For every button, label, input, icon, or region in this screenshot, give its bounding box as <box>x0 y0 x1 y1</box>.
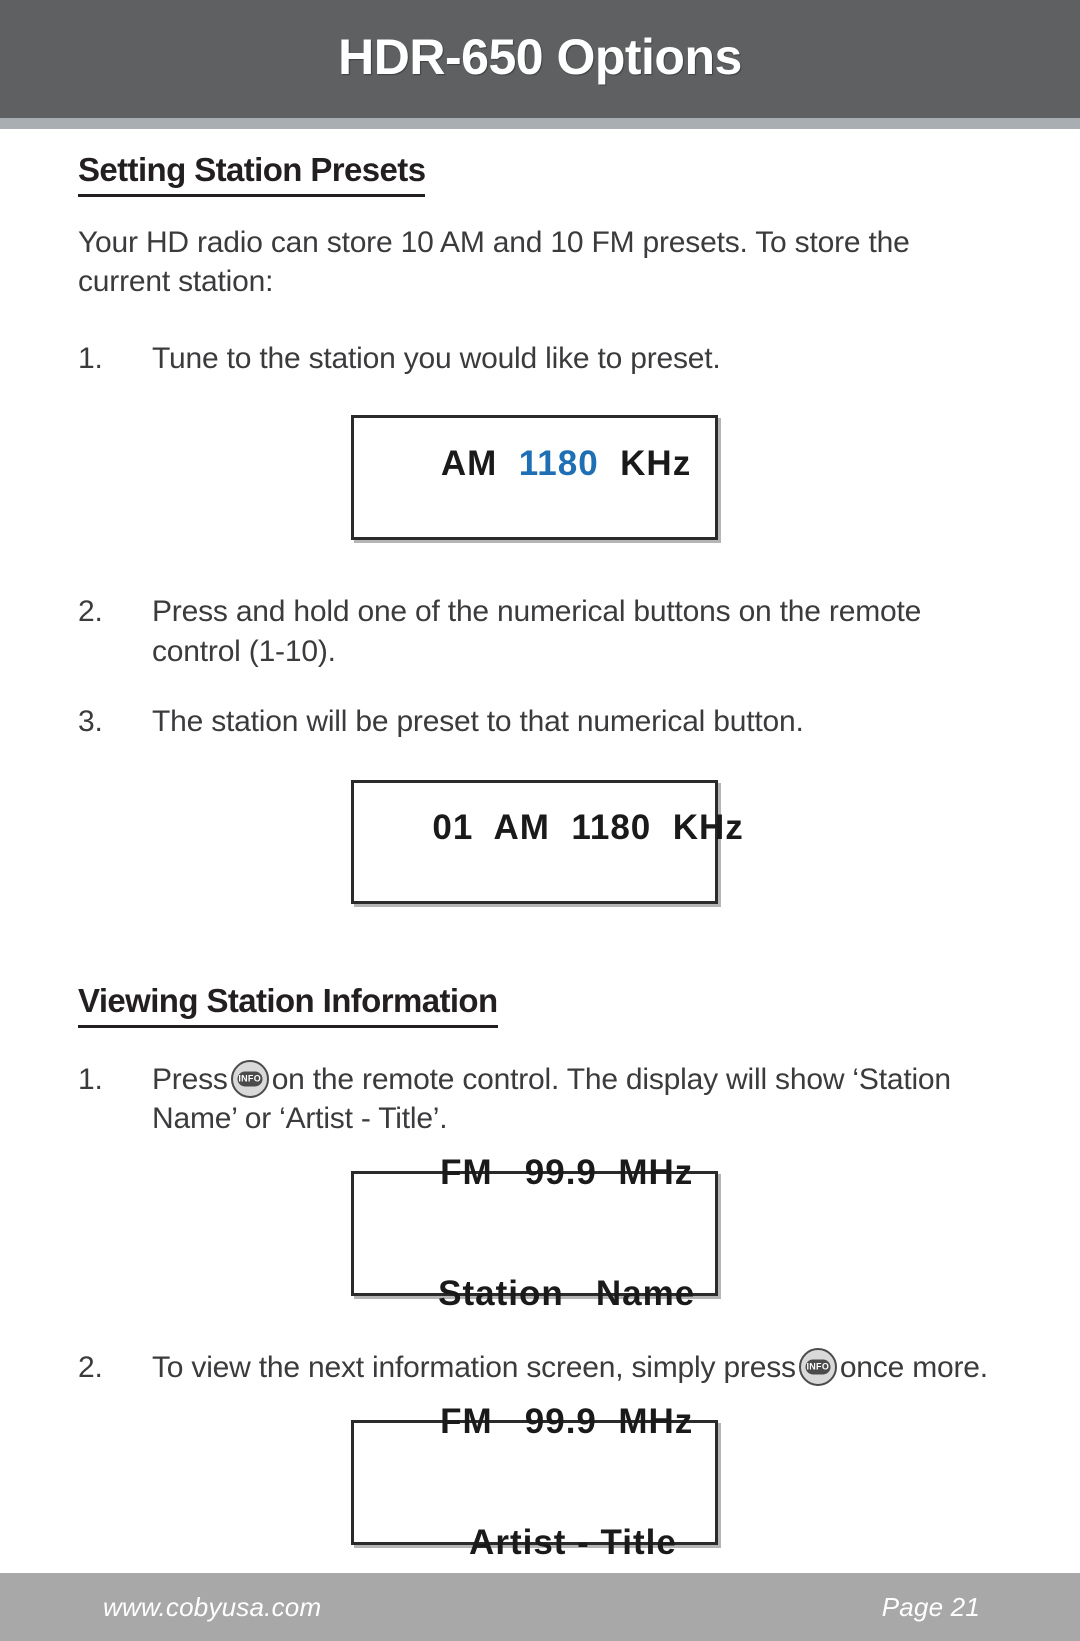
section-setting-station-presets-heading-wrap: Setting Station Presets <box>0 151 1080 197</box>
info-button-icon-label: INFO <box>805 1359 831 1375</box>
display-line: AM 1180 KHz <box>354 404 715 525</box>
display-line-prefix: Artist - Title <box>469 1522 677 1562</box>
list-item: 2. To view the next information screen, s… <box>0 1348 1080 1388</box>
step-number: 3. <box>78 704 103 738</box>
list-item: 1. Tune to the station you would like to… <box>0 339 1080 379</box>
display-line-suffix: KHz <box>598 444 692 484</box>
page-content: Setting Station Presets Your HD radio ca… <box>0 129 1080 1562</box>
step-number: 1. <box>78 342 103 375</box>
display-line-prefix: 01 AM 1180 KHz <box>432 808 744 848</box>
info-button-icon[interactable]: INFO <box>230 1059 269 1098</box>
display-am-preset-stored: 01 AM 1180 KHz <box>351 779 743 904</box>
steps-list-setting-presets-continued: 2. Press and hold one of the numerical b… <box>0 592 1080 742</box>
step-text-before-icon: To view the next information screen, sim… <box>152 1351 796 1385</box>
intro-paragraph-presets: Your HD radio can store 10 AM and 10 FM … <box>78 226 910 298</box>
list-item: 2. Press and hold one of the numerical b… <box>0 592 1080 672</box>
section-viewing-station-information-heading-wrap: Viewing Station Information <box>0 982 1080 1028</box>
section-heading-viewing-station-information: Viewing Station Information <box>78 982 498 1028</box>
section-heading-setting-station-presets: Setting Station Presets <box>78 151 426 197</box>
step-text: Tune to the station you would like to pr… <box>152 342 721 375</box>
list-item: 1. Press INFO on the remote control. The di… <box>0 1059 1080 1140</box>
info-button-icon-label: INFO <box>237 1071 263 1087</box>
display-line: 01 AM 1180 KHz <box>354 768 742 889</box>
list-item: 3. The station will be preset to that nu… <box>0 702 1080 742</box>
display-line-prefix: Station Name <box>438 1274 696 1314</box>
display-line-prefix: AM <box>440 444 519 484</box>
display-am-preset-tune: AM 1180 KHz <box>351 414 718 540</box>
page-header-banner: HDR-650 Options <box>0 0 1080 118</box>
page-footer-bar: www.cobyusa.com Page 21 <box>0 1573 1080 1641</box>
steps-list-setting-presets: 1. Tune to the station you would like to… <box>0 339 1080 379</box>
steps-list-viewing-info: 1. Press INFO on the remote control. The di… <box>0 1059 1080 1140</box>
footer-website-link[interactable]: www.cobyusa.com <box>103 1592 321 1623</box>
step-text: Press and hold one of the numerical butt… <box>152 594 922 668</box>
step-number: 1. <box>78 1062 103 1096</box>
step-text-after-icon: on the remote control. The display will … <box>152 1062 951 1136</box>
step-text-before-icon: Press <box>152 1062 228 1096</box>
step-number: 2. <box>78 594 103 628</box>
footer-page-number: Page 21 <box>881 1591 980 1622</box>
info-button-icon[interactable]: INFO <box>798 1348 837 1387</box>
step-text-after-icon: once more. <box>839 1351 988 1385</box>
step-number: 2. <box>78 1351 103 1385</box>
header-divider-rule <box>0 118 1080 129</box>
step-text: The station will be preset to that numer… <box>152 704 804 738</box>
display-line-accent-value: 1180 <box>518 444 599 484</box>
display-line-prefix: FM 99.9 MHz <box>440 1402 694 1442</box>
steps-list-viewing-info-continued: 2. To view the next information screen, s… <box>0 1348 1080 1388</box>
display-line-prefix: FM 99.9 MHz <box>440 1153 694 1193</box>
display-line: Station Name <box>354 1234 715 1355</box>
display-fm-artist-title: FM 99.9 MHz Artist - Title <box>351 1402 718 1562</box>
display-fm-station-name: FM 99.9 MHz Station Name <box>351 1153 718 1313</box>
page-title: HDR-650 Options <box>338 29 742 85</box>
